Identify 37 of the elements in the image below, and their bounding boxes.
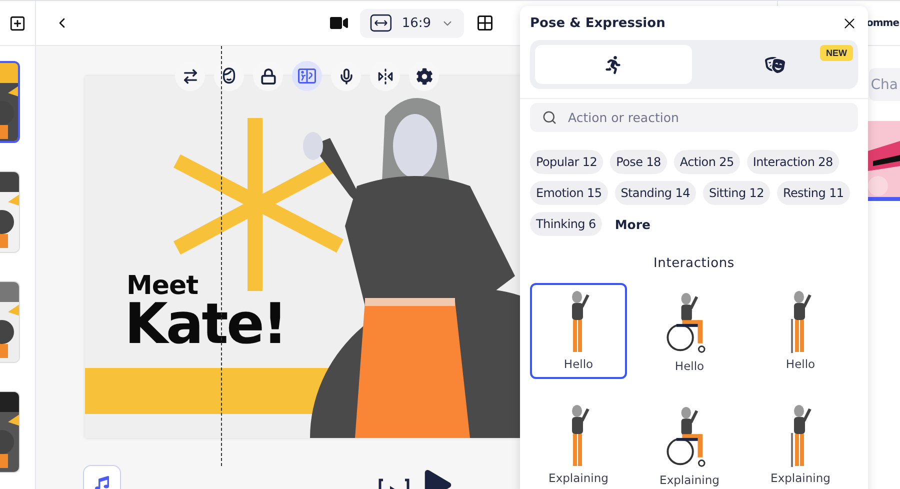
aspect-ratio-select[interactable]: 16:9 [360,8,464,38]
search-field[interactable]: Action or reaction [530,103,858,132]
swap-arrows-icon [182,68,198,84]
filter-chip[interactable]: Standing 14 [614,181,696,205]
filter-chip[interactable]: Resting 11 [776,181,850,205]
filter-chip[interactable]: Emotion 15 [530,181,608,205]
running-figure-icon [604,56,622,74]
filter-chip[interactable]: Sitting 12 [702,181,770,205]
figure-with-crutch-drawing [790,291,812,353]
pose-icon [298,67,316,85]
grid-button[interactable] [476,14,494,32]
filter-chip[interactable]: Pose 18 [610,150,667,174]
pose-button[interactable] [292,61,322,91]
plus-icon [9,14,26,32]
lock-icon [260,68,276,84]
add-slide-button[interactable] [9,14,26,32]
panel-title: omme [866,18,900,28]
panel-title: Pose & Expression [530,16,666,30]
music-note-icon [95,476,109,489]
resize-icon [370,14,392,32]
microphone-icon [338,68,354,84]
settings-icon [416,68,432,84]
theater-masks-icon [764,54,785,74]
search-icon [542,110,557,125]
figure-with-crutch-drawing [790,405,812,467]
filter-chip[interactable]: Action 25 [674,150,740,174]
flip-icon [376,68,394,84]
video-camera-icon [330,14,348,32]
filter-chip[interactable]: Interaction 28 [746,150,839,174]
filter-chip[interactable]: Thinking 6 [530,212,602,236]
face-icon [220,67,238,85]
video-button[interactable] [330,14,348,32]
new-badge: NEW [820,45,853,61]
pose-card[interactable]: Hello [530,283,627,379]
grid-icon [476,14,494,32]
more-link[interactable]: More [608,216,657,232]
filter-chip[interactable]: Popular 12 [530,150,604,174]
